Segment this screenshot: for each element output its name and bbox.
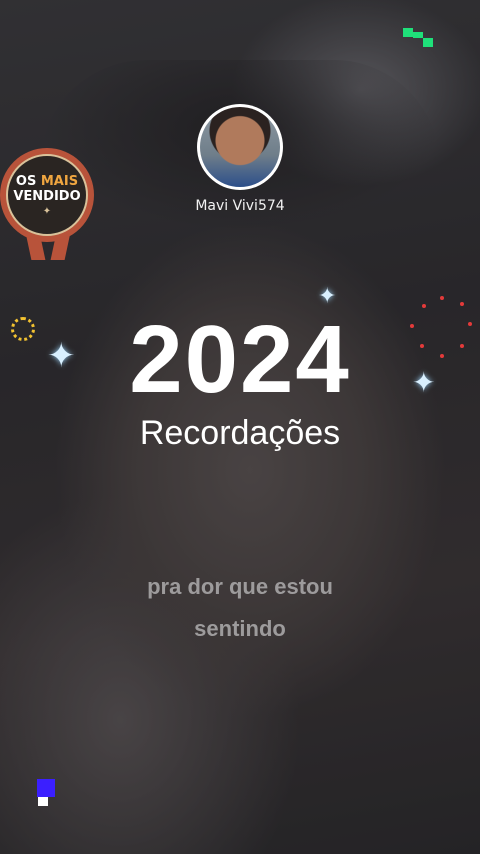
caption-line-1: pra dor que estou: [147, 574, 333, 599]
memories-subtitle: Recordações: [139, 414, 341, 452]
profile-avatar[interactable]: [197, 104, 283, 190]
red-dot: [440, 296, 444, 300]
badge-star-icon: ✦: [42, 205, 52, 217]
avatar-photo: [200, 107, 280, 187]
badge-line-1: OS MAIS: [16, 174, 78, 189]
caption-line-2: sentindo: [194, 616, 286, 641]
badge-word-vendido: VENDIDO: [13, 188, 81, 204]
best-seller-badge: OS MAIS VENDIDO ✦: [0, 148, 96, 260]
badge-word-os: OS: [15, 173, 37, 189]
blue-pixel-icon: [37, 779, 55, 797]
white-pixel-icon: [38, 797, 48, 806]
badge-word-mais: MAIS: [40, 173, 79, 189]
year-title: 2024: [129, 306, 351, 413]
green-pixel-icon: [403, 28, 413, 37]
badge-inner: OS MAIS VENDIDO ✦: [6, 154, 88, 236]
green-pixel-icon: [413, 32, 423, 38]
badge-circle: OS MAIS VENDIDO ✦: [0, 148, 94, 242]
green-pixel-icon: [423, 38, 433, 47]
caption-text: pra dor que estou sentindo: [0, 566, 480, 650]
